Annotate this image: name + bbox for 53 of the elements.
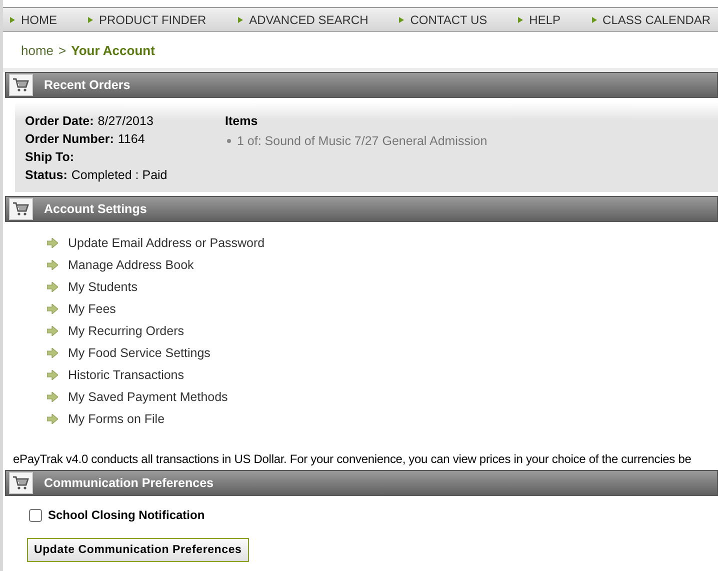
field-label: Order Number: [25,132,114,148]
arrow-icon [47,392,58,402]
checkbox-label: School Closing Notification [48,508,205,522]
arrow-icon [47,326,58,336]
field-label: Ship To: [25,150,74,166]
arrow-icon [47,414,58,424]
cart-icon [13,202,29,216]
nav-link[interactable]: PRODUCT FINDER [88,12,206,26]
cart-icon [13,476,29,490]
nav-link[interactable]: HOME [10,12,57,26]
section-title: Account Settings [44,202,147,216]
settings-link[interactable]: Update Email Address or Password [68,236,265,250]
chevron-icon [238,16,244,22]
cart-icon [13,78,29,92]
section-title: Communication Preferences [44,476,214,490]
field-value: 1164 [118,132,145,148]
nav-link[interactable]: CLASS CALENDAR [592,12,711,26]
settings-link[interactable]: Historic Transactions [68,368,184,382]
nav-link[interactable]: HELP [518,12,561,26]
settings-link[interactable]: Manage Address Book [68,258,194,272]
breadcrumb-separator: > [58,42,66,58]
order-item: 1 of: Sound of Music 7/27 General Admission [237,134,488,148]
settings-link[interactable]: My Students [68,280,138,294]
breadcrumb-current: Your Account [71,42,155,58]
field-value: Completed : Paid [71,168,168,184]
field-label: Status: [25,168,68,184]
bullet-icon [227,139,231,143]
settings-link[interactable]: My Forms on File [68,412,165,426]
settings-link[interactable]: My Fees [68,302,116,316]
currency-note: ePayTrak v4.0 conducts all transactions in US Dollar. For your convenience, you can view prices in your choice of the currencies be [12,451,692,468]
arrow-icon [47,348,58,358]
items-heading: Items [225,114,259,130]
checkbox[interactable] [29,508,42,522]
settings-link[interactable]: My Food Service Settings [68,346,210,360]
chevron-icon [88,16,93,22]
chevron-icon [10,16,15,22]
update-button[interactable]: Update Communication Preferences [27,538,249,562]
field-value: 8/27/2013 [98,114,154,130]
field-label: Order Date: [25,114,94,130]
arrow-icon [47,238,58,248]
chevron-icon [592,16,597,22]
arrow-icon [47,260,58,270]
breadcrumb-link[interactable]: home [21,42,54,58]
arrow-icon [47,304,58,314]
arrow-icon [47,370,58,380]
chevron-icon [399,16,404,22]
section-title: Recent Orders [44,78,130,92]
arrow-icon [47,282,58,292]
nav-link[interactable]: ADVANCED SEARCH [238,12,368,26]
nav-link[interactable]: CONTACT US [399,12,488,26]
settings-link[interactable]: My Saved Payment Methods [68,390,228,404]
chevron-icon [518,16,524,22]
settings-link[interactable]: My Recurring Orders [68,324,184,338]
